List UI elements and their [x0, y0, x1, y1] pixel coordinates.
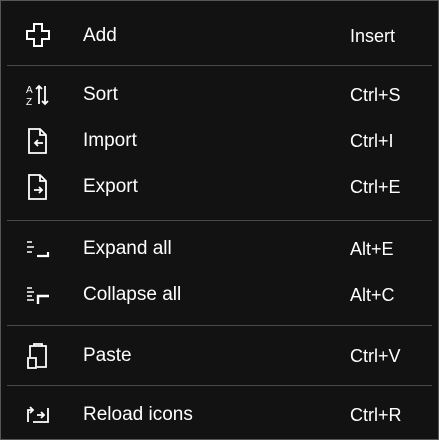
import-icon	[25, 126, 51, 156]
menu-separator	[7, 325, 432, 326]
menu-item-expand-all[interactable]: Expand all Alt+E	[1, 226, 438, 272]
menu-item-label: Import	[83, 130, 137, 151]
menu-item-import[interactable]: Import Ctrl+I	[1, 118, 438, 164]
menu-item-reload-icons[interactable]: Reload icons Ctrl+R	[1, 392, 438, 438]
add-icon	[25, 21, 51, 51]
svg-text:Z: Z	[26, 97, 32, 108]
menu-item-shortcut: Insert	[350, 26, 396, 46]
svg-text:A: A	[26, 85, 33, 96]
paste-icon	[25, 341, 51, 371]
menu-separator	[7, 385, 432, 386]
menu-item-label: Expand all	[83, 238, 172, 259]
menu-item-label: Sort	[83, 84, 118, 105]
menu-item-label: Export	[83, 176, 138, 197]
menu-item-shortcut: Ctrl+R	[350, 405, 402, 425]
sort-icon: A Z	[25, 80, 51, 110]
reload-icon	[25, 400, 51, 430]
menu-item-label: Add	[83, 25, 117, 46]
menu-separator	[7, 220, 432, 221]
menu-item-collapse-all[interactable]: Collapse all Alt+C	[1, 272, 438, 318]
menu-item-shortcut: Alt+C	[350, 285, 395, 305]
menu-item-export[interactable]: Export Ctrl+E	[1, 164, 438, 210]
menu-item-shortcut: Ctrl+V	[350, 346, 401, 366]
menu-item-label: Reload icons	[83, 404, 193, 425]
menu-item-add[interactable]: Add Insert	[1, 13, 438, 59]
menu-separator	[7, 65, 432, 66]
menu-item-label: Paste	[83, 345, 132, 366]
expand-all-icon	[25, 234, 51, 264]
menu-item-shortcut: Ctrl+S	[350, 85, 401, 105]
context-menu: Add Insert A Z Sort Ctrl+S Import Ctrl+I	[0, 0, 439, 440]
menu-item-shortcut: Ctrl+E	[350, 177, 401, 197]
menu-item-label: Collapse all	[83, 284, 182, 305]
menu-item-paste[interactable]: Paste Ctrl+V	[1, 333, 438, 379]
menu-item-shortcut: Alt+E	[350, 239, 394, 259]
menu-item-sort[interactable]: A Z Sort Ctrl+S	[1, 72, 438, 118]
collapse-all-icon	[25, 280, 51, 310]
menu-item-shortcut: Ctrl+I	[350, 131, 394, 151]
export-icon	[25, 172, 51, 202]
